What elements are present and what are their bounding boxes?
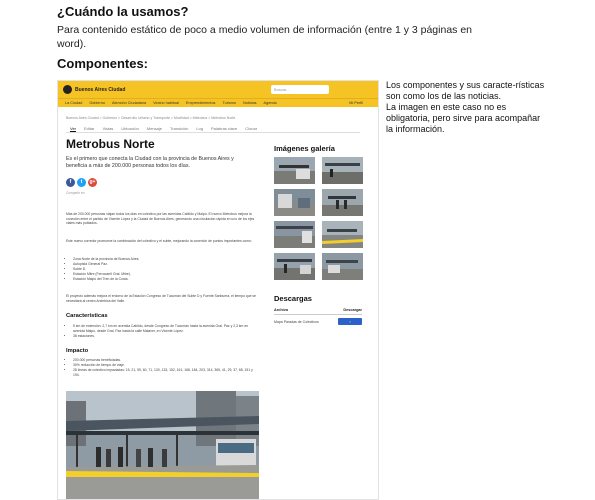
nav-item[interactable]: Emprendimientos [186,101,216,105]
user-profile-link[interactable]: Mi Perfil [349,101,363,105]
city-logo-icon [63,85,72,94]
gallery-thumbnail[interactable] [322,221,363,248]
impact-heading: Impacto [66,348,89,354]
facebook-icon[interactable]: f [66,178,75,187]
list-item: 5 km de extensión: 2,7 km en avenida Cab… [73,324,256,334]
column-header-download: Descargar [343,308,362,312]
nav-item[interactable]: Noticias [243,101,257,105]
section-heading-components: Componentes: [57,56,148,71]
gallery-thumbnail[interactable] [274,221,315,248]
list-item: Estación Maipú del Tren de la Costa. [73,277,256,282]
gallery-thumbnail[interactable] [274,157,315,184]
section-heading-when: ¿Cuándo la usamos? [57,4,189,19]
social-share: f t g+ [66,178,97,187]
search-input[interactable]: Buscar... [271,85,329,94]
tab-palabras-clave[interactable]: Palabras clave [211,124,237,132]
tab-ver[interactable]: Ver [70,124,77,132]
nav-item[interactable]: Vecino habitual [153,101,179,105]
nav-item[interactable]: La Ciudad [65,101,82,105]
tab-mensaje[interactable]: Mensaje [147,124,162,132]
table-row: Mapa Paradas de Colectivos › [274,318,362,325]
section-description: Para contenido estático de poco a medio … [57,24,473,50]
tab-transicion[interactable]: Transición [170,124,188,132]
gallery-thumbnail[interactable] [322,157,363,184]
tab-vistas[interactable]: Vistas [102,124,113,132]
admin-tabs: Ver Editar Vistas Ubicación Mensaje Tran… [66,124,360,133]
tab-log[interactable]: Log [196,124,203,132]
main-photo [66,391,259,499]
tab-editar[interactable]: Editar [84,124,94,132]
nav-item[interactable]: Agenda [264,101,277,105]
article-paragraph: El proyecto además mejora el entorno de … [66,294,256,303]
download-button[interactable]: › [338,318,362,325]
gallery-heading: Imágenes galería [274,144,335,153]
list-item: 38 estaciones. [73,334,256,339]
file-name: Mapa Paradas de Colectivos [274,319,319,324]
connections-list: Zona Norte de la provincia de Buenos Air… [70,257,256,282]
impact-list: 200.000 personas beneficiadas. 30% reduc… [70,358,256,378]
nav-item[interactable]: Atención Ciudadana [112,101,146,105]
share-label: Compartir en: [66,191,86,195]
features-list: 5 km de extensión: 2,7 km en avenida Cab… [70,324,256,339]
main-nav: La Ciudad Gobierno Atención Ciudadana Ve… [58,98,378,107]
download-arrow-icon: › [349,319,351,324]
search-placeholder: Buscar... [274,87,290,92]
page-screenshot: Buenos Aires Ciudad Buscar... La Ciudad … [57,80,379,500]
nav-item[interactable]: Gobierno [89,101,105,105]
article-lead: Es el primero que conecta la Ciudad con … [66,156,234,169]
nav-item[interactable]: Turismo [222,101,236,105]
article-paragraph: Más de 200.000 personas viajan todos los… [66,212,255,226]
article-paragraph: Este nuevo corredor promueve la combinac… [66,239,252,243]
side-note: Los componentes y sus caracte-rísticas s… [386,80,546,135]
gallery-thumbnail[interactable] [322,189,363,216]
gallery-thumbnail[interactable] [274,253,315,280]
tab-clonar[interactable]: Clonar [245,124,257,132]
google-plus-icon[interactable]: g+ [88,178,97,187]
column-header-file: Archivo [274,308,289,312]
features-heading: Características [66,313,108,319]
gallery-thumbnail[interactable] [322,253,363,280]
breadcrumb[interactable]: Buenos Aires Ciudad > Gobierno > Desarro… [66,116,235,120]
site-header: Buenos Aires Ciudad Buscar... [58,81,378,98]
downloads-table: Archivo Descargar Mapa Paradas de Colect… [274,308,362,325]
twitter-icon[interactable]: t [77,178,86,187]
list-item: 28 líneas de colectivo impactadas: 15, 2… [73,368,256,378]
downloads-heading: Descargas [274,294,312,303]
tab-ubicacion[interactable]: Ubicación [121,124,139,132]
page-title: Metrobus Norte [66,137,155,151]
gallery-thumbnail[interactable] [274,189,315,216]
side-note-text: Los componentes y sus caracte-rísticas s… [386,80,545,134]
downloads-table-header: Archivo Descargar [274,308,362,315]
brand-name: Buenos Aires Ciudad [75,86,126,93]
